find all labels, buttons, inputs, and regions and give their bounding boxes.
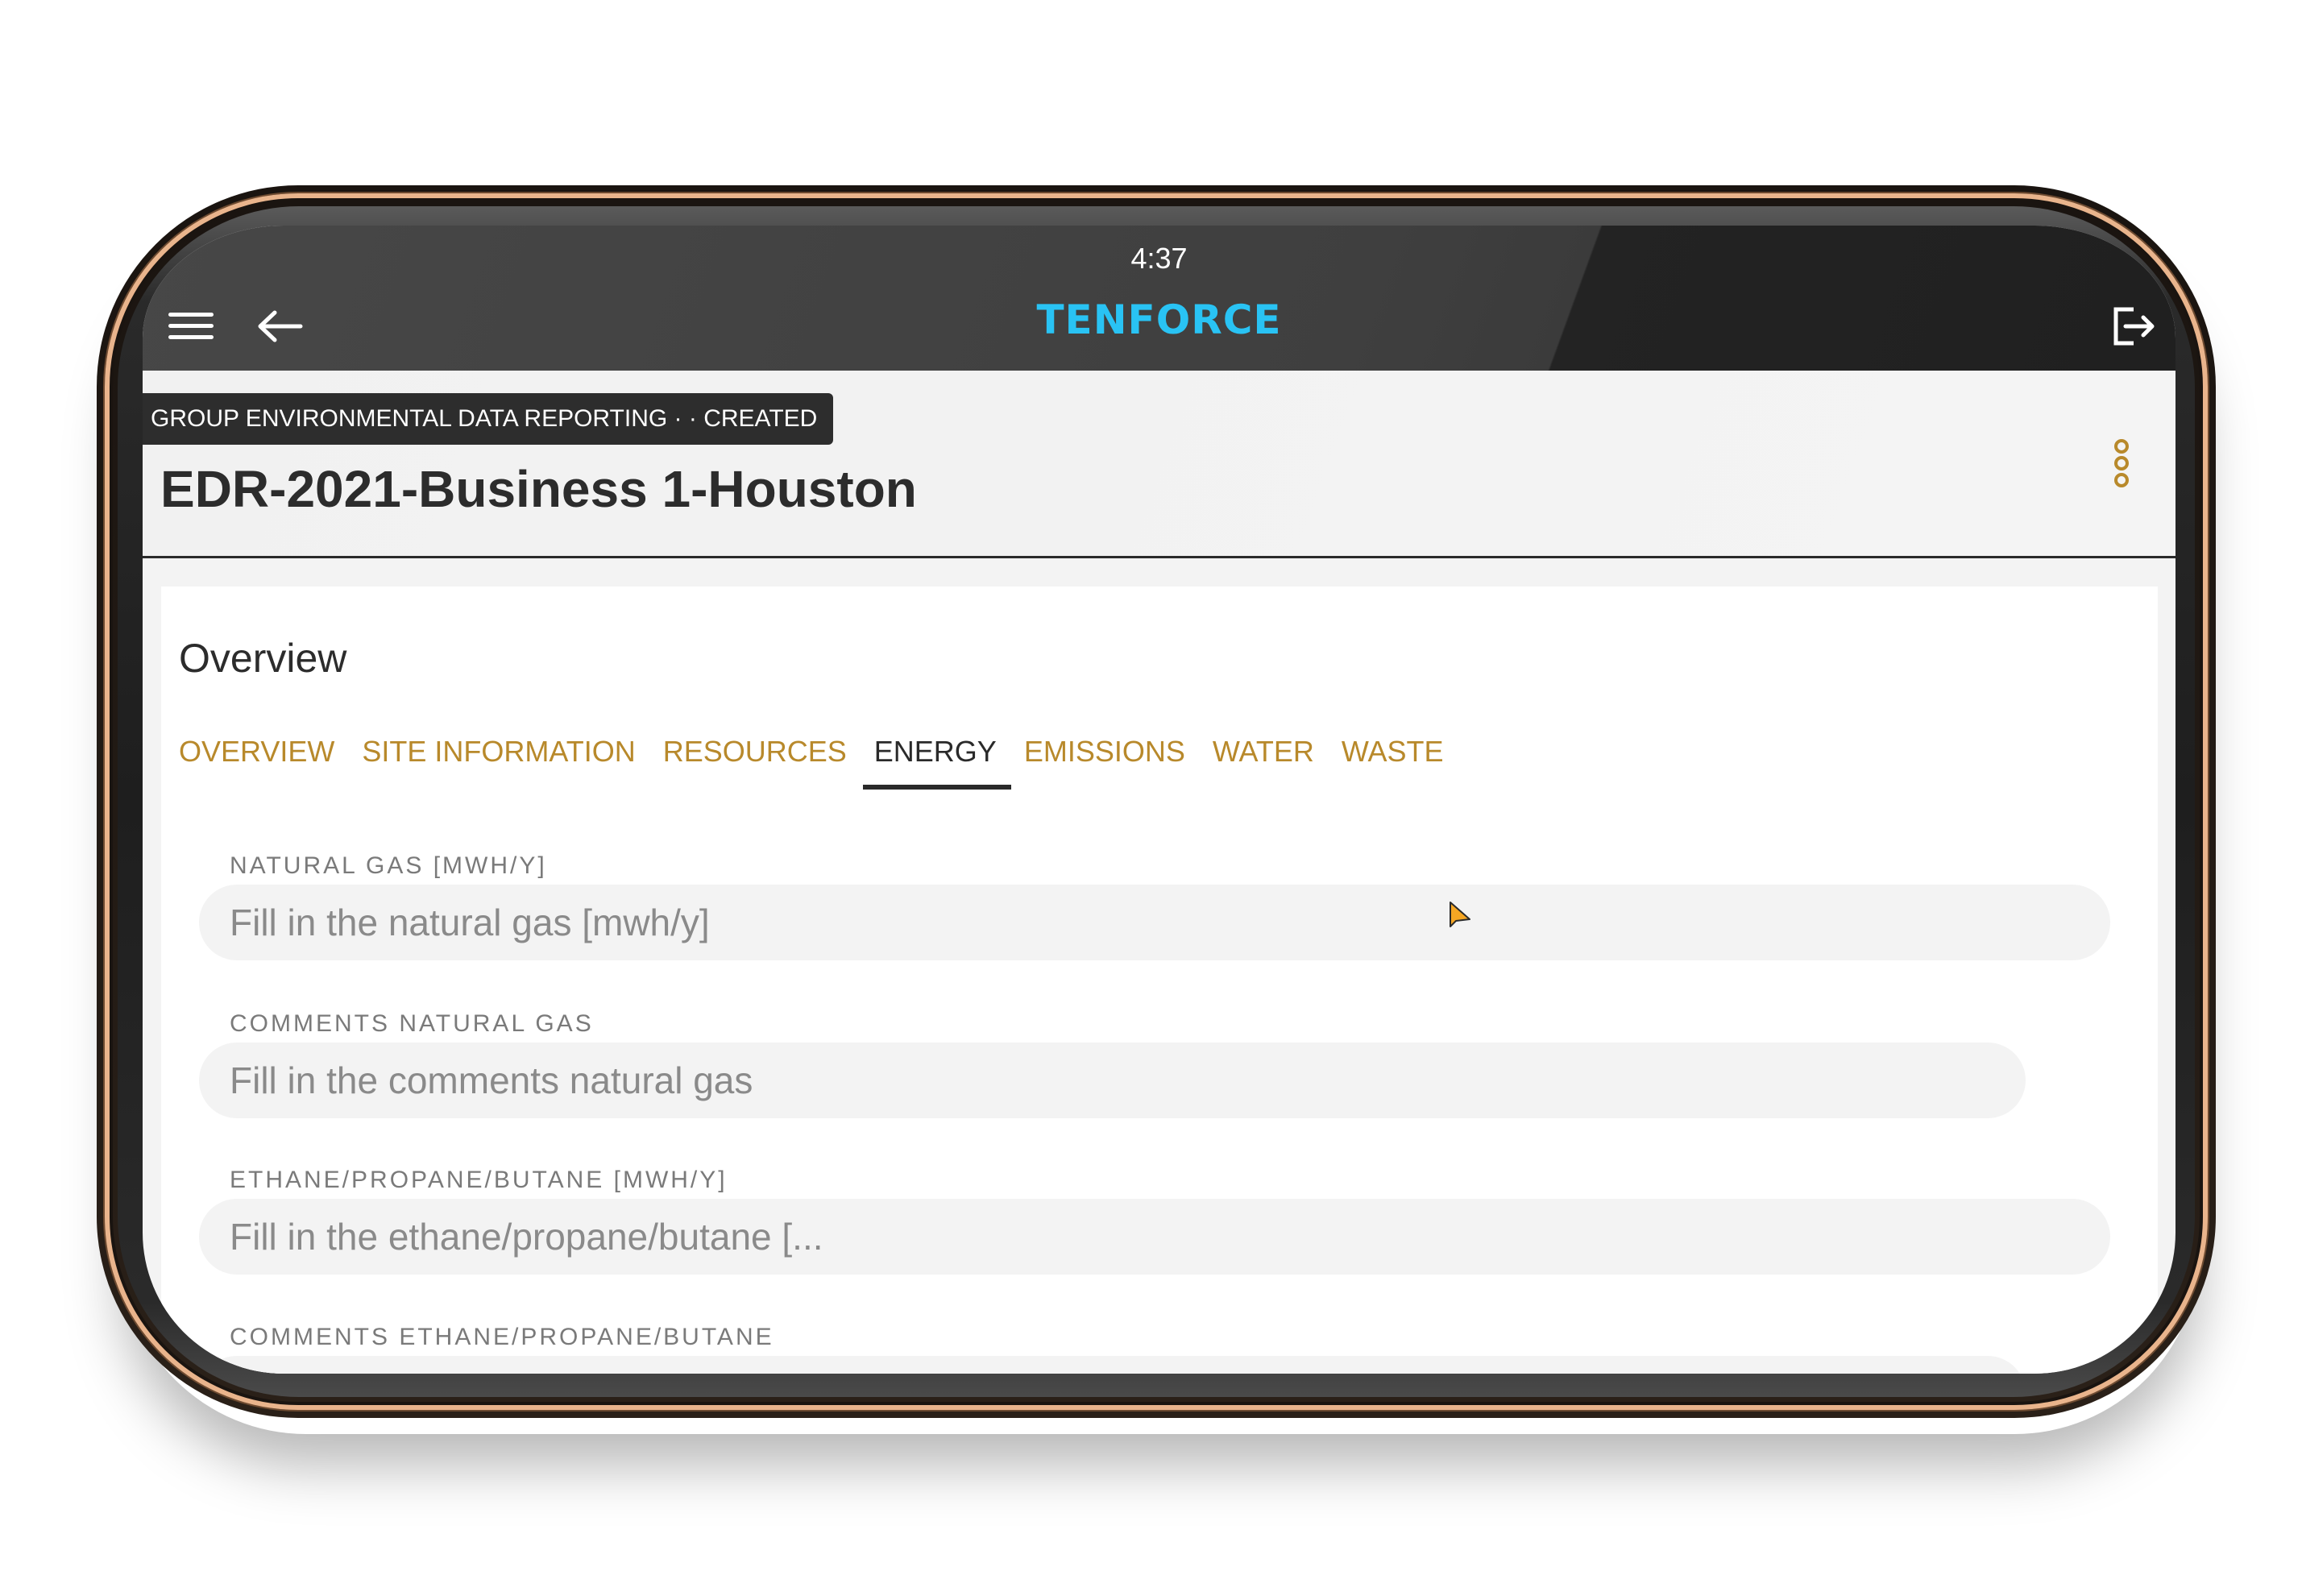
brand-logo: TENFORCE	[1036, 296, 1282, 343]
status-badge: GROUP ENVIRONMENTAL DATA REPORTING · · C…	[143, 393, 834, 445]
overview-card: Overview OVERVIEW SITE INFORMATION RESOU…	[161, 587, 2158, 1374]
ethane-propane-butane-label: ETHANE/PROPANE/BUTANE [MWH/Y]	[230, 1167, 728, 1193]
comments-natural-gas-label: COMMENTS NATURAL GAS	[230, 1010, 594, 1037]
comments-ethane-propane-butane-label: COMMENTS ETHANE/PROPANE/BUTANE	[230, 1324, 774, 1350]
status-bar-time: 4:37	[1130, 242, 1188, 275]
device-screen: 4:37 TENFORCE GROUP ENVIRONMENTAL DATA R…	[143, 226, 2175, 1374]
app-bar: 4:37 TENFORCE	[143, 226, 2175, 371]
comments-ethane-propane-butane-input[interactable]	[199, 1356, 2026, 1374]
comments-natural-gas-input[interactable]	[199, 1043, 2026, 1118]
tab-water[interactable]: WATER	[1213, 735, 1314, 790]
tab-emissions[interactable]: EMISSIONS	[1024, 735, 1185, 790]
tab-bar: OVERVIEW SITE INFORMATION RESOURCES ENER…	[179, 735, 1471, 790]
tab-site-information[interactable]: SITE INFORMATION	[362, 735, 635, 790]
ethane-propane-butane-input[interactable]	[199, 1199, 2110, 1275]
mouse-cursor-icon	[1450, 902, 1470, 927]
card-title: Overview	[179, 636, 347, 681]
natural-gas-label: NATURAL GAS [MWH/Y]	[230, 852, 547, 879]
page-title: EDR-2021-Business 1-Houston	[160, 460, 917, 518]
record-header: GROUP ENVIRONMENTAL DATA REPORTING · · C…	[143, 371, 2175, 558]
more-vertical-icon[interactable]	[2114, 439, 2134, 491]
tab-overview[interactable]: OVERVIEW	[179, 735, 334, 790]
tab-resources[interactable]: RESOURCES	[663, 735, 847, 790]
tab-waste[interactable]: WASTE	[1342, 735, 1444, 790]
natural-gas-input[interactable]	[199, 885, 2110, 960]
logout-icon[interactable]	[2111, 306, 2156, 346]
tab-energy[interactable]: ENERGY	[862, 735, 1011, 790]
